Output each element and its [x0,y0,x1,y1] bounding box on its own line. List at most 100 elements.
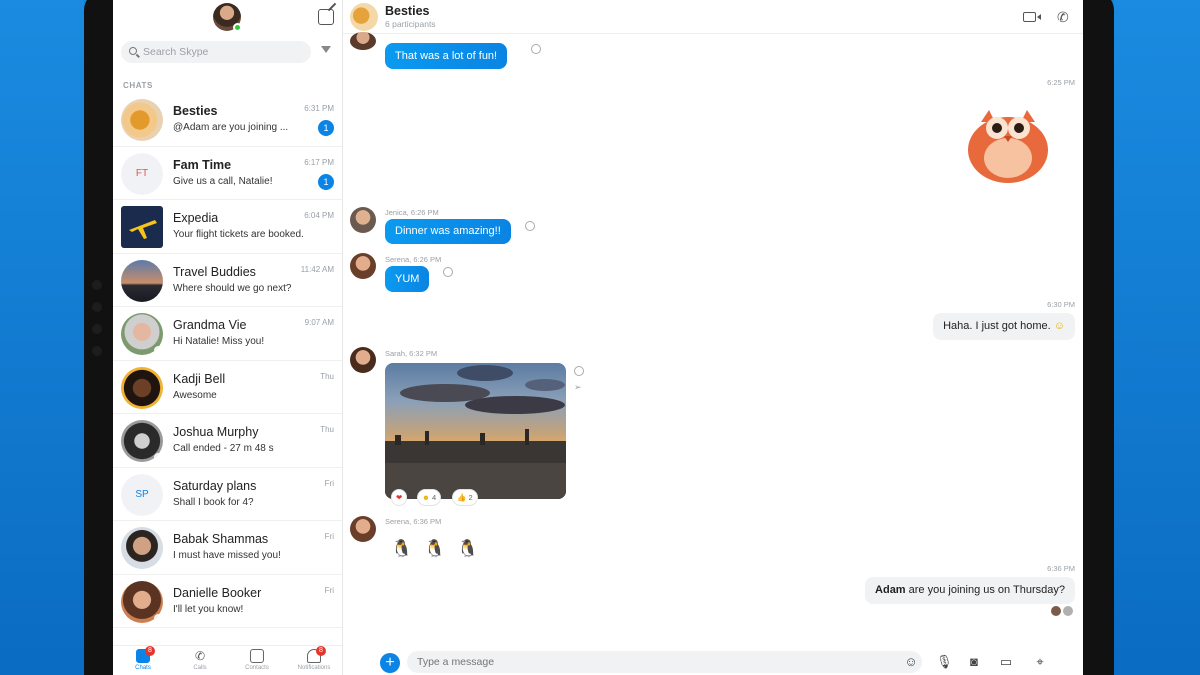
message-bubble[interactable]: Dinner was amazing!! [385,219,511,244]
own-message-bubble[interactable]: Adam are you joining us on Thursday? [865,577,1075,604]
chat-name: Grandma Vie [173,318,247,332]
avatar-initials: FT [121,152,163,195]
reaction-thumbs-up[interactable]: 👍 2 [452,489,478,506]
read-receipt-avatar [1063,606,1073,616]
search-input[interactable]: Search Skype [121,41,311,63]
penguin-emoticon[interactable]: 🐧 [424,537,446,561]
chat-time: 6:17 PM [304,157,334,167]
penguin-emoticon[interactable]: 🐧 [391,537,413,561]
my-avatar[interactable] [213,3,242,32]
search-icon [129,47,137,55]
forward-icon[interactable]: ➢ [574,382,582,393]
contacts-icon [250,649,264,663]
chat-item-expedia[interactable]: Expedia Your flight tickets are booked. … [113,200,342,254]
reaction-laugh[interactable]: ☻ 4 [417,489,442,506]
filter-icon[interactable] [321,46,331,56]
plane-icon [129,220,157,239]
expedia-logo [121,206,163,248]
chat-item-babak-shammas[interactable]: Babak Shammas I must have missed you! Fr… [113,521,342,575]
chat-preview: @Adam are you joining ... [173,122,289,133]
avatar: SP [121,473,163,516]
message-time: 6:30 PM [1047,300,1075,309]
chat-name: Danielle Booker [173,585,262,600]
react-icon[interactable] [574,366,584,376]
nav-chats[interactable]: 8 Chats [118,646,168,671]
chat-item-grandma-vie[interactable]: Grandma Vie Hi Natalie! Miss you! 9:07 A… [113,307,342,361]
avatar [121,527,163,569]
nav-contacts[interactable]: Contacts [232,649,282,671]
laugh-icon: ☻ [422,493,430,502]
chat-list: Besties @Adam are you joining ... 6:31 P… [113,93,342,628]
microphone-icon[interactable]: 🎙 [936,654,953,670]
camera-icon[interactable]: ◙ [966,654,982,670]
online-indicator [154,453,163,462]
heart-icon: ❤ [396,493,403,502]
sender-avatar [350,253,376,279]
bottom-nav: 8 Chats ✆ Calls Contacts 8 Notifications [113,645,342,675]
chat-time: Thu [320,425,334,434]
image-icon[interactable]: ▭ [998,654,1014,670]
message-bubble[interactable]: That was a lot of fun! [385,43,508,69]
avatar: FT [121,152,163,195]
chat-item-fam-time[interactable]: FT Fam Time Give us a call, Natalie! 6:1… [113,147,342,200]
group-avatar[interactable] [350,3,378,31]
mention[interactable]: Adam [875,584,906,596]
phone-icon: ✆ [194,649,206,663]
conversation-title[interactable]: Besties [385,4,429,18]
nav-notifications[interactable]: 8 Notifications [289,646,339,671]
nav-badge: 8 [316,646,326,656]
avatar [121,366,163,409]
compose-icon[interactable] [318,9,334,25]
reaction-heart[interactable]: ❤ [391,489,408,506]
audio-call-icon[interactable]: ✆ [1057,9,1069,26]
message-meta: Serena, 6:26 PM [385,255,442,264]
chat-item-danielle-booker[interactable]: Danielle Booker I'll let you know! Fri [113,575,342,628]
react-icon[interactable] [531,44,541,54]
penguin-emoticon[interactable]: 🐧 [457,537,479,561]
chat-time: Fri [324,585,334,595]
owl-sticker[interactable] [965,100,1051,186]
add-content-button[interactable]: + [380,653,400,673]
message-bubble[interactable]: YUM [385,266,430,292]
chat-preview: Where should we go next? [173,282,292,294]
own-message-bubble[interactable]: Haha. I just got home. ☺ [933,313,1075,340]
chat-preview: Hi Natalie! Miss you! [173,336,265,347]
react-icon[interactable] [525,221,535,231]
unread-badge: 1 [318,120,334,136]
nav-label: Chats [135,665,151,671]
city-skyline-image [385,365,566,499]
video-call-icon[interactable] [1023,12,1041,22]
online-indicator [154,613,163,623]
participants-count[interactable]: 6 participants [385,19,436,29]
online-indicator [233,23,242,32]
shared-photo[interactable] [385,363,566,499]
chat-item-saturday-plans[interactable]: SP Saturday plans Shall I book for 4? Fr… [113,468,342,521]
message-input[interactable] [407,651,922,673]
chat-time: Fri [324,478,334,488]
chat-name: Besties [173,104,218,118]
chat-time: 11:42 AM [300,264,334,274]
sender-avatar [350,207,376,233]
unread-badge: 1 [318,173,334,190]
chat-item-travel-buddies[interactable]: Travel Buddies Where should we go next? … [113,254,342,307]
sender-avatar [350,32,376,50]
chat-item-kadji-bell[interactable]: Kadji Bell Awesome Thu [113,361,342,414]
thumbs-up-icon: 👍 [457,493,467,502]
location-icon[interactable]: ⌖ [1032,654,1048,670]
chat-preview: Awesome [173,389,217,401]
chat-preview: Shall I book for 4? [173,496,254,508]
chat-icon: 8 [136,646,155,663]
chat-item-joshua-murphy[interactable]: Joshua Murphy Call ended - 27 m 48 s Thu [113,414,342,468]
sender-avatar [350,347,376,373]
chat-preview: Call ended - 27 m 48 s [173,443,274,454]
chat-time: 9:07 AM [304,318,334,327]
reaction-count: 4 [432,493,437,502]
nav-calls[interactable]: ✆ Calls [175,649,225,671]
emoji-icon[interactable]: ☺ [903,654,919,670]
composer: + ☺ 🎙 ◙ ▭ ⌖ [343,648,1083,675]
message-time: 6:25 PM [1047,78,1075,87]
chat-item-besties[interactable]: Besties @Adam are you joining ... 6:31 P… [113,93,342,147]
chat-name: Expedia [173,211,219,225]
avatar-initials: SP [121,473,163,516]
react-icon[interactable] [443,267,453,277]
